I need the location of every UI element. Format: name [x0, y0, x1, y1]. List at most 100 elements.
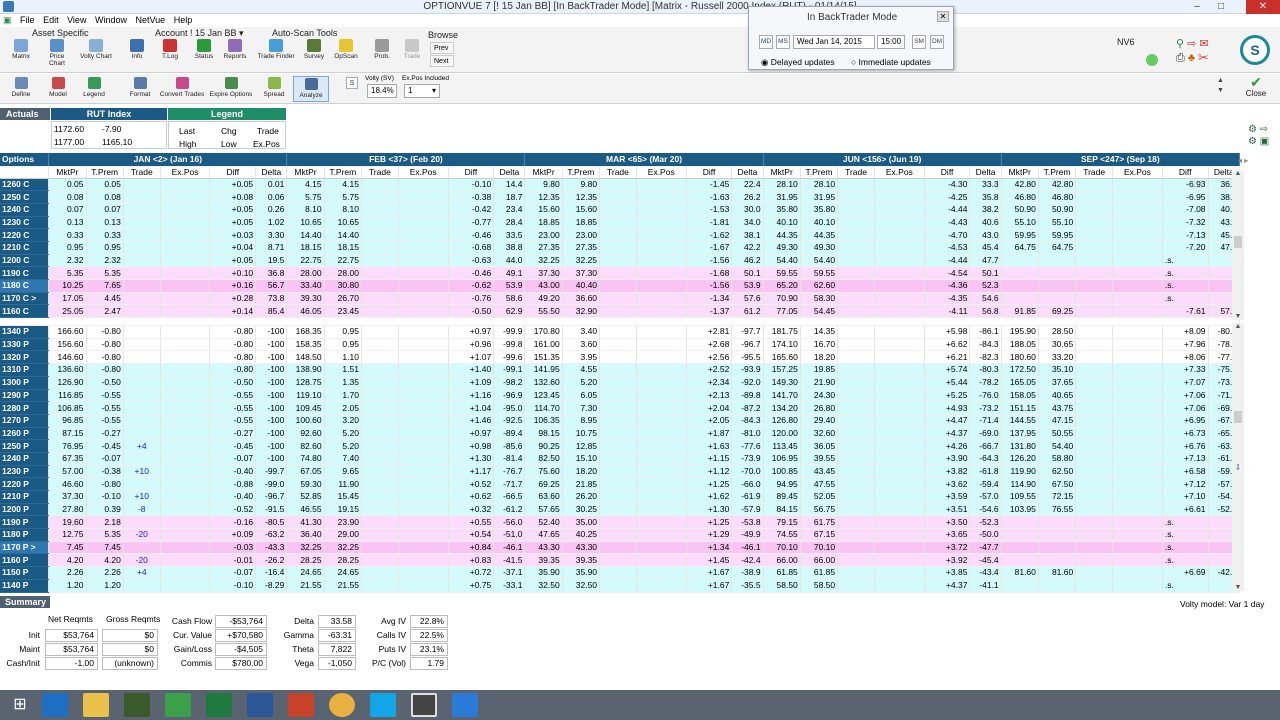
tools-icon[interactable]: ✂: [1198, 52, 1209, 64]
matrix-cell[interactable]: [874, 203, 925, 217]
arrow-icon[interactable]: ⇨: [1187, 38, 1196, 50]
matrix-cell[interactable]: [837, 452, 875, 466]
matrix-cell[interactable]: [874, 389, 925, 403]
s-button[interactable]: S: [346, 77, 358, 89]
matrix-cell[interactable]: [874, 541, 925, 555]
strike-row[interactable]: 1270 P 96.85 -0.55 -0.55 -100 100.60 3.20 +1.46…: [0, 414, 1241, 428]
scroll-up-icon[interactable]: ▲: [1232, 170, 1244, 177]
matrix-cell[interactable]: [398, 465, 449, 479]
convert-trades-button[interactable]: Convert Trades: [158, 76, 206, 102]
menu-view[interactable]: View: [67, 14, 86, 27]
matrix-cell[interactable]: [1112, 477, 1163, 491]
model-button[interactable]: Model: [40, 76, 76, 102]
matrix-cell[interactable]: [160, 203, 211, 217]
matrix-cell[interactable]: [599, 304, 637, 319]
matrix-cell[interactable]: [398, 553, 449, 568]
spread-button[interactable]: Spread: [256, 76, 292, 102]
matrix-cell[interactable]: [160, 279, 211, 293]
matrix-cell[interactable]: [1075, 503, 1114, 517]
matrix-cell[interactable]: +4: [123, 566, 161, 580]
strike-row[interactable]: 1230 C 0.13 0.13 +0.05 1.02 10.65 10.65 -0.77 28…: [0, 216, 1241, 230]
month-header[interactable]: FEB <37> (Feb 20): [286, 153, 526, 167]
matrix-cell[interactable]: [874, 292, 925, 306]
matrix-cell[interactable]: [874, 427, 925, 441]
matrix-cell[interactable]: [160, 579, 211, 593]
sm-button[interactable]: SM: [912, 35, 926, 49]
matrix-cell[interactable]: [1112, 266, 1163, 280]
matrix-cell[interactable]: [599, 579, 637, 593]
matrix-cell[interactable]: [636, 304, 687, 319]
matrix-cell[interactable]: [874, 465, 925, 479]
matrix-cell[interactable]: [1112, 325, 1163, 339]
matrix-cell[interactable]: [599, 465, 637, 479]
strike-label[interactable]: 1300 P: [0, 376, 50, 390]
matrix-cell[interactable]: [837, 216, 875, 230]
analyze-button[interactable]: Analyze: [293, 76, 329, 102]
month-scroll-icons[interactable]: ◂ ▸: [1238, 156, 1248, 165]
matrix-cell[interactable]: [123, 401, 161, 415]
matrix-cell[interactable]: [160, 228, 211, 242]
strike-row[interactable]: 1340 P 166.60 -0.80 -0.80 -100 168.35 0.95 +0.9…: [0, 325, 1241, 339]
scroll-up-icon[interactable]: ▲: [1232, 323, 1244, 330]
matrix-cell[interactable]: [160, 178, 211, 192]
matrix-cell[interactable]: [1075, 427, 1114, 441]
matrix-cell[interactable]: [599, 376, 637, 390]
matrix-cell[interactable]: [874, 325, 925, 339]
matrix-cell[interactable]: [361, 401, 399, 415]
matrix-cell[interactable]: [1112, 515, 1163, 530]
strike-row[interactable]: 1290 P 116.85 -0.55 -0.55 -100 119.10 1.70 +1.1…: [0, 389, 1241, 403]
explorer-icon[interactable]: [83, 693, 109, 717]
matrix-cell[interactable]: [361, 541, 399, 555]
matrix-cell[interactable]: [874, 503, 925, 517]
close-matrix-button[interactable]: ✔ Close: [1240, 75, 1272, 102]
matrix-cell[interactable]: [361, 292, 399, 306]
matrix-cell[interactable]: [837, 228, 875, 242]
matrix-cell[interactable]: [837, 414, 875, 428]
month-header[interactable]: MAR <65> (Mar 20): [524, 153, 764, 167]
matrix-cell[interactable]: [361, 338, 399, 352]
matrix-cell[interactable]: [599, 190, 637, 204]
matrix-cell[interactable]: [636, 439, 687, 453]
matrix-cell[interactable]: [599, 325, 637, 339]
matrix-cell[interactable]: [1075, 579, 1114, 593]
matrix-cell[interactable]: [599, 228, 637, 242]
matrix-cell[interactable]: [1075, 338, 1114, 352]
matrix-cell[interactable]: [361, 427, 399, 441]
matrix-cell[interactable]: [636, 528, 687, 542]
matrix-cell[interactable]: [599, 553, 637, 568]
matrix-cell[interactable]: [1112, 541, 1163, 555]
matrix-cell[interactable]: [636, 178, 687, 192]
matrix-cell[interactable]: [160, 490, 211, 504]
matrix-cell[interactable]: [599, 216, 637, 230]
matrix-cell[interactable]: [361, 452, 399, 466]
matrix-cell[interactable]: [398, 190, 449, 204]
matrix-cell[interactable]: [1075, 401, 1114, 415]
browse-prev-button[interactable]: Prev: [430, 42, 454, 54]
matrix-cell[interactable]: [1075, 266, 1114, 280]
matrix-cell[interactable]: [361, 439, 399, 453]
matrix-cell[interactable]: +10: [123, 490, 161, 504]
matrix-cell[interactable]: [398, 477, 449, 491]
matrix-cell[interactable]: [1075, 279, 1114, 293]
strike-row[interactable]: 1240 C 0.07 0.07 +0.05 0.26 8.10 8.10 -0.42 23.4…: [0, 203, 1241, 217]
matrix-cell[interactable]: [636, 503, 687, 517]
chrome-icon[interactable]: [329, 693, 355, 717]
powerpoint-icon[interactable]: [288, 693, 314, 717]
close-icon[interactable]: ✕: [937, 11, 949, 22]
matrix-cell[interactable]: [123, 279, 161, 293]
matrix-cell[interactable]: [160, 452, 211, 466]
strike-label[interactable]: 1160 C: [0, 304, 50, 319]
matrix-cell[interactable]: [361, 579, 399, 593]
matrix-cell[interactable]: [1112, 389, 1163, 403]
matrix-cell[interactable]: [1075, 363, 1114, 377]
matrix-cell[interactable]: [599, 266, 637, 280]
strike-label[interactable]: 1150 P: [0, 566, 50, 580]
matrix-cell[interactable]: [599, 401, 637, 415]
matrix-cell[interactable]: [123, 304, 161, 319]
matrix-cell[interactable]: [1075, 376, 1114, 390]
matrix-cell[interactable]: [599, 515, 637, 530]
matrix-cell[interactable]: [874, 178, 925, 192]
matrix-cell[interactable]: [874, 401, 925, 415]
matrix-cell[interactable]: [361, 203, 399, 217]
matrix-cell[interactable]: [123, 241, 161, 255]
